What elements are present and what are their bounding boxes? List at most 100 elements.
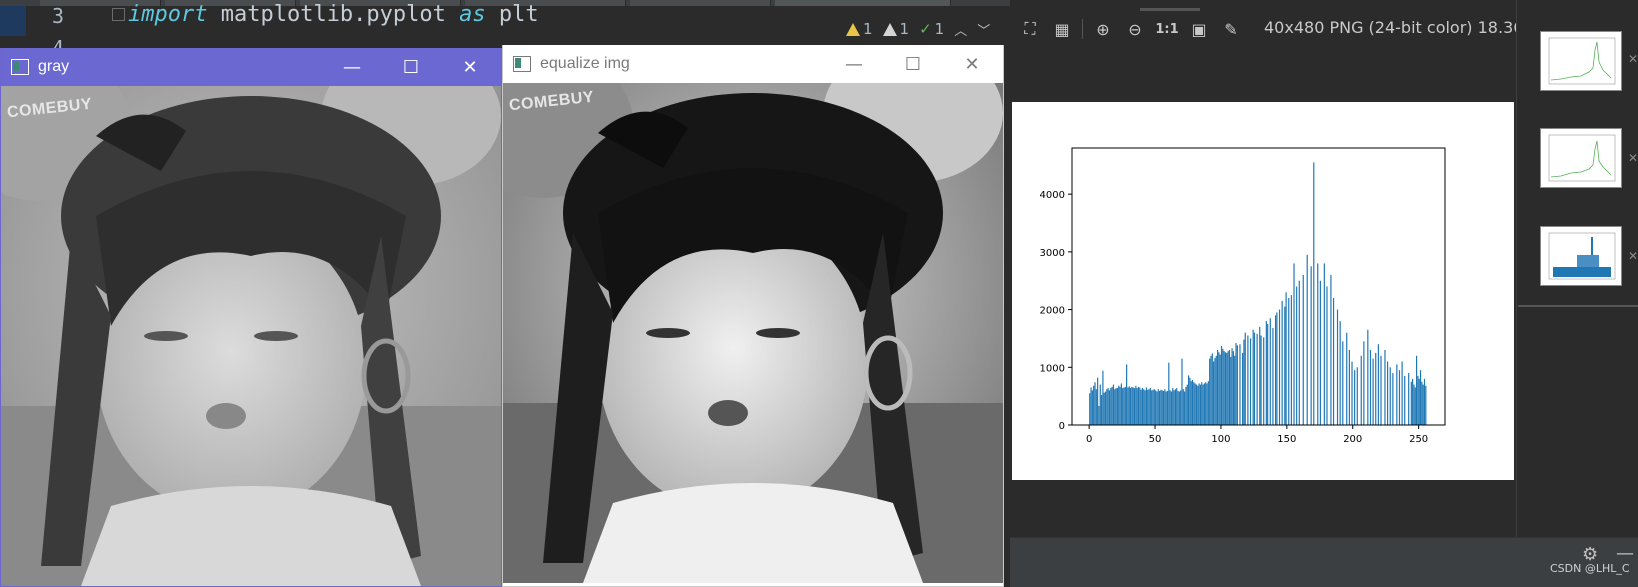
watermark: CSDN @LHL_C [1550, 562, 1630, 575]
histogram-bar [1115, 388, 1117, 425]
close-thumbnail-icon[interactable]: ✕ [1628, 249, 1638, 263]
panel-drag-handle[interactable] [1140, 8, 1200, 11]
histogram-bar [1211, 353, 1213, 425]
histogram-bar [1099, 384, 1101, 425]
close-button[interactable]: ✕ [943, 45, 1001, 83]
histogram-bar [1123, 387, 1125, 425]
histogram-bar [1107, 388, 1109, 425]
histogram-bar [1290, 295, 1292, 425]
close-thumbnail-icon[interactable]: ✕ [1628, 52, 1638, 66]
histogram-bar [1140, 389, 1142, 425]
histogram-bar [1206, 383, 1208, 425]
histogram-bar [1360, 355, 1362, 425]
histogram-bar [1416, 355, 1418, 425]
y-tick-label: 3000 [1040, 248, 1065, 259]
histogram-bar [1103, 392, 1105, 425]
zoom-in-icon[interactable]: ⊕ [1091, 17, 1115, 41]
histogram-bar [1336, 309, 1339, 425]
background-icon[interactable]: ▣ [1187, 17, 1211, 41]
histogram-bar [1165, 391, 1167, 425]
histogram-bar [1098, 405, 1100, 425]
histogram-bar [1272, 328, 1274, 425]
histogram-bar [1227, 351, 1229, 425]
close-button[interactable]: ✕ [441, 48, 499, 86]
histogram-bar [1174, 389, 1176, 425]
histogram-bar [1222, 348, 1224, 425]
window-titlebar[interactable]: gray — ☐ ✕ [1, 48, 501, 86]
histogram-bar [1384, 349, 1386, 425]
minimize-button[interactable]: — [323, 48, 381, 86]
histogram-bar [1155, 390, 1157, 425]
histogram-bar [1412, 378, 1414, 425]
window-titlebar[interactable]: equalize img — ☐ ✕ [503, 45, 1003, 83]
histogram-bar [1089, 393, 1091, 425]
thumbnail-3[interactable] [1540, 226, 1622, 286]
histogram-bar [1135, 385, 1137, 425]
x-tick-label: 250 [1409, 434, 1428, 445]
histogram-bar [1141, 388, 1144, 425]
histogram-bar [1169, 390, 1171, 425]
fold-toggle-icon[interactable] [112, 8, 125, 21]
next-highlight-icon[interactable]: ﹀ [977, 20, 990, 39]
grid-icon[interactable]: ▦ [1050, 17, 1074, 41]
window-gray[interactable]: gray — ☐ ✕ COMEBUY [0, 48, 502, 587]
histogram-bar [1161, 390, 1163, 425]
histogram-bar [1375, 352, 1377, 425]
histogram-bar [1226, 352, 1228, 425]
histogram-bar [1201, 382, 1203, 425]
histogram-bar [1323, 263, 1325, 425]
viewer-status-bar [1010, 537, 1638, 587]
window-equalize[interactable]: equalize img — ☐ ✕ COMEBUY [502, 45, 1004, 587]
histogram-bar [1137, 386, 1140, 425]
histogram-bar [1097, 377, 1099, 425]
histogram-bar [1293, 263, 1295, 425]
histogram-bar [1281, 300, 1283, 425]
histogram-bar [1177, 390, 1179, 425]
hide-panel-icon[interactable]: — [1616, 543, 1634, 564]
histogram-bar [1417, 375, 1419, 425]
histogram-bar [1118, 385, 1120, 425]
thumbnail-plot [1548, 37, 1616, 85]
typo-count-value: 1 [934, 20, 945, 38]
typo-count[interactable]: ✓ 1 [919, 20, 944, 38]
maximize-button[interactable]: ☐ [382, 48, 440, 86]
histogram-bar [1253, 332, 1256, 425]
previous-highlight-icon[interactable]: ︿ [954, 20, 967, 39]
histogram-bar [1410, 381, 1412, 425]
histogram-bar [1408, 373, 1410, 425]
histogram-bar [1348, 349, 1350, 425]
histogram-bar [1413, 384, 1415, 425]
histogram-bar [1116, 388, 1118, 425]
warning-count[interactable]: 1 [846, 20, 873, 38]
thumbnail-plot [1548, 134, 1616, 182]
line-number: 3 [52, 4, 65, 28]
zoom-out-icon[interactable]: ⊖ [1123, 17, 1147, 41]
thumbnail-1[interactable] [1540, 31, 1622, 91]
histogram-bar [1091, 390, 1093, 425]
histogram-bar [1252, 329, 1254, 425]
maximize-button[interactable]: ☐ [884, 45, 942, 83]
histogram-bar [1104, 391, 1107, 425]
histogram-bar [1224, 352, 1227, 425]
code-line[interactable]: import matplotlib.pyplot as plt [128, 2, 539, 27]
actual-size-button[interactable]: 1:1 [1155, 17, 1179, 41]
inspection-widget[interactable]: 1 1 ✓ 1 ︿ ﹀ [846, 20, 990, 39]
histogram-bar [1306, 254, 1308, 425]
histogram-bar [1210, 355, 1212, 425]
histogram-bar [1423, 378, 1426, 425]
histogram-bar [1239, 344, 1241, 425]
thumbnail-2[interactable] [1540, 128, 1622, 188]
minimize-button[interactable]: — [825, 45, 883, 83]
histogram-bar [1247, 335, 1249, 425]
color-picker-icon[interactable]: ✎ [1219, 17, 1243, 41]
fit-icon[interactable]: ⛶ [1018, 17, 1042, 41]
histogram-bar [1285, 292, 1287, 425]
histogram-bar [1205, 382, 1207, 425]
weak-warning-count[interactable]: 1 [882, 20, 909, 38]
close-thumbnail-icon[interactable]: ✕ [1628, 151, 1638, 165]
y-tick-label: 1000 [1040, 363, 1065, 374]
gutter-bookmark [0, 6, 26, 36]
code-token: matplotlib.pyplot [207, 2, 460, 27]
histogram-bar [1149, 388, 1151, 425]
equalized-photo [503, 83, 1003, 583]
